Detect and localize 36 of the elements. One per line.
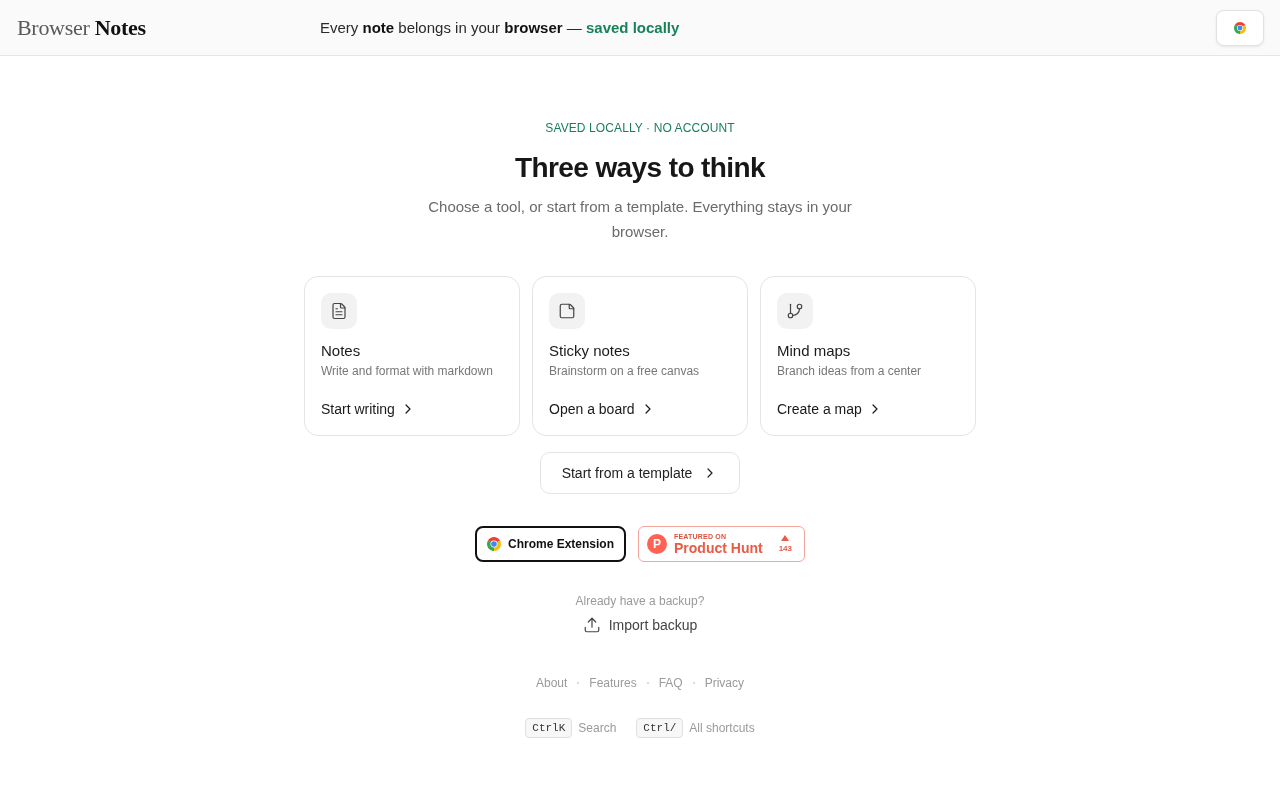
chrome-icon bbox=[1234, 21, 1246, 34]
product-hunt-logo: P bbox=[647, 534, 667, 554]
logo[interactable]: Browser Notes bbox=[17, 14, 146, 41]
import-backup-button[interactable]: Import backup bbox=[582, 615, 698, 635]
eyebrow-label: SAVED LOCALLY · NO ACCOUNT bbox=[545, 120, 735, 136]
keyboard-shortcut: Ctrl/ bbox=[636, 718, 684, 738]
badge-title: Product Hunt bbox=[674, 540, 763, 556]
card-action-link[interactable]: Start writing bbox=[321, 399, 416, 419]
upvote-count: 143 bbox=[778, 544, 792, 553]
card-title: Sticky notes bbox=[549, 341, 630, 361]
page-title: Three ways to think bbox=[515, 151, 765, 185]
backup-prompt: Already have a backup? bbox=[575, 593, 705, 609]
card-action-link[interactable]: Create a map bbox=[777, 399, 883, 419]
keyboard-shortcut: CtrlK bbox=[525, 718, 573, 738]
upload-icon bbox=[582, 616, 601, 634]
card-title: Mind maps bbox=[777, 341, 851, 361]
card-title: Notes bbox=[321, 341, 361, 361]
tool-card[interactable]: Sticky notes Brainstorm on a free canvas Open a board bbox=[532, 276, 748, 436]
tool-card[interactable]: Notes Write and format with markdown Start writing bbox=[304, 276, 520, 436]
page-subtitle: Choose a tool, or start from a template. Everything stays in your browser. bbox=[427, 197, 853, 242]
card-action-link[interactable]: Open a board bbox=[549, 399, 656, 419]
card-description: Brainstorm on a free canvas bbox=[549, 363, 700, 379]
document-icon bbox=[321, 293, 357, 329]
tool-card[interactable]: Mind maps Branch ideas from a center Create a map bbox=[760, 276, 976, 436]
branch-icon bbox=[777, 293, 813, 329]
sticky-note-icon bbox=[549, 293, 585, 329]
upvote-triangle-icon bbox=[781, 535, 790, 541]
card-description: Write and format with markdown bbox=[321, 363, 493, 379]
chrome-icon bbox=[487, 537, 501, 551]
template-button[interactable]: Start from a template bbox=[540, 452, 740, 494]
chrome-extension-badge[interactable]: Chrome Extension bbox=[475, 526, 626, 562]
shortcut-label: All shortcuts bbox=[689, 720, 755, 736]
tagline: Every note belongs in your browser — saved locally bbox=[320, 19, 680, 36]
card-description: Branch ideas from a center bbox=[777, 363, 922, 379]
extension-button[interactable] bbox=[1216, 9, 1264, 46]
shortcut-label: Search bbox=[578, 720, 617, 736]
